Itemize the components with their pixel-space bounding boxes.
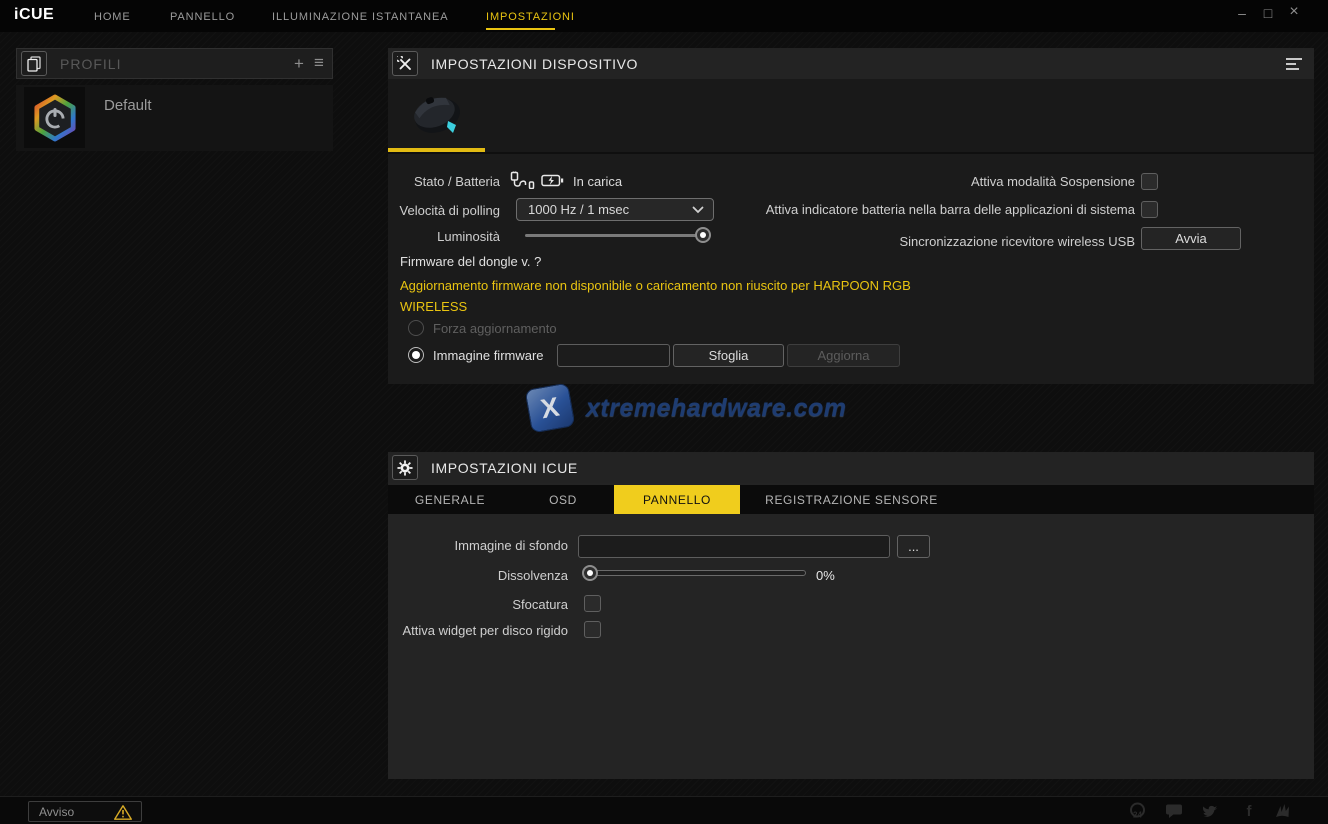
- firmware-image-radio[interactable]: [408, 347, 424, 363]
- tab-impostazioni[interactable]: IMPOSTAZIONI: [486, 11, 575, 23]
- warning-triangle-icon: [113, 804, 133, 821]
- blur-checkbox[interactable]: [584, 595, 601, 612]
- polling-rate-label: Velocità di polling: [400, 203, 500, 218]
- profile-name: Default: [104, 97, 152, 114]
- status-battery-label: Stato / Batteria: [414, 174, 500, 189]
- icue-tab-pannello[interactable]: PANNELLO: [614, 485, 740, 514]
- tab-illuminazione-istantanea[interactable]: ILLUMINAZIONE ISTANTANEA: [272, 11, 448, 23]
- watermark-x-badge: X: [525, 383, 576, 434]
- profile-list-item[interactable]: Default: [16, 85, 333, 151]
- minimize-button[interactable]: –: [1232, 5, 1252, 21]
- force-update-label: Forza aggiornamento: [433, 321, 557, 336]
- device-settings-content: Stato / Batteria In carica Velocità di p…: [388, 152, 1314, 384]
- hdd-widget-label: Attiva widget per disco rigido: [403, 623, 568, 638]
- browse-firmware-button[interactable]: Sfoglia: [673, 344, 784, 367]
- brightness-label: Luminosità: [437, 229, 500, 244]
- sleep-mode-label: Attiva modalità Sospensione: [971, 174, 1135, 189]
- profile-avatar: [24, 87, 85, 148]
- sleep-mode-checkbox[interactable]: [1141, 173, 1158, 190]
- device-settings-title: IMPOSTAZIONI DISPOSITIVO: [431, 56, 638, 72]
- icue-settings-header: IMPOSTAZIONI ICUE: [388, 452, 1314, 483]
- fade-slider-knob[interactable]: [582, 565, 598, 581]
- force-update-radio: [408, 320, 424, 336]
- profiles-header: PROFILI + ≡: [16, 48, 333, 79]
- icue-tab-generale[interactable]: GENERALE: [388, 485, 512, 514]
- battery-indicator-checkbox[interactable]: [1141, 201, 1158, 218]
- battery-charging-icon: [541, 173, 564, 193]
- polling-rate-select[interactable]: 1000 Hz / 1 msec: [516, 198, 714, 221]
- close-button[interactable]: ×: [1284, 3, 1304, 21]
- active-tab-underline: [486, 28, 555, 30]
- tab-pannello[interactable]: PANNELLO: [170, 11, 235, 23]
- svg-text:24: 24: [1133, 811, 1142, 820]
- tools-wrench-icon: [392, 51, 418, 76]
- brightness-slider-knob[interactable]: [695, 227, 711, 243]
- dongle-firmware-version: Firmware del dongle v. ?: [400, 254, 541, 269]
- icue-settings-panel: IMPOSTAZIONI ICUE GENERALE OSD PANNELLO …: [388, 452, 1314, 779]
- icue-hexagon-logo: [33, 94, 77, 142]
- profiles-title: PROFILI: [60, 56, 121, 72]
- top-bar: iCUE HOME PANNELLO ILLUMINAZIONE ISTANTA…: [0, 0, 1328, 32]
- chevron-down-icon: [692, 206, 704, 214]
- device-tab-strip: [388, 79, 1314, 152]
- usb-cable-icon: [510, 171, 536, 194]
- fade-value: 0%: [816, 568, 835, 583]
- blur-label: Sfocatura: [512, 597, 568, 612]
- add-profile-icon[interactable]: +: [294, 54, 304, 74]
- notice-button[interactable]: Avviso: [28, 801, 142, 822]
- watermark-text: xtremehardware.com: [586, 394, 847, 423]
- facebook-icon[interactable]: f: [1238, 802, 1260, 820]
- icue-settings-title: IMPOSTAZIONI ICUE: [431, 460, 578, 476]
- brightness-slider[interactable]: [525, 227, 711, 243]
- twitter-icon[interactable]: [1200, 802, 1222, 820]
- gear-icon: [392, 455, 418, 480]
- icue-tab-strip: GENERALE OSD PANNELLO REGISTRAZIONE SENS…: [388, 485, 1314, 514]
- footer-bar: Avviso 24 f: [0, 796, 1328, 824]
- icue-tab-registrazione-sensore[interactable]: REGISTRAZIONE SENSORE: [740, 485, 963, 514]
- browse-background-button[interactable]: ...: [897, 535, 930, 558]
- firmware-image-input[interactable]: [557, 344, 670, 367]
- icue-tab-osd[interactable]: OSD: [512, 485, 614, 514]
- background-image-label: Immagine di sfondo: [455, 538, 568, 553]
- fade-slider[interactable]: [584, 564, 806, 582]
- notice-label: Avviso: [39, 805, 74, 819]
- status-battery-value: In carica: [573, 174, 622, 189]
- usb-sync-label: Sincronizzazione ricevitore wireless USB: [899, 234, 1135, 249]
- firmware-warning-text: Aggiornamento firmware non disponibile o…: [400, 275, 920, 317]
- battery-indicator-label: Attiva indicatore batteria nella barra d…: [766, 202, 1135, 217]
- device-tab-harpoon-mouse[interactable]: [388, 79, 485, 152]
- profiles-menu-icon[interactable]: ≡: [314, 53, 324, 73]
- polling-rate-value: 1000 Hz / 1 msec: [528, 202, 629, 217]
- maximize-button[interactable]: □: [1258, 5, 1278, 21]
- firmware-image-label: Immagine firmware: [433, 348, 544, 363]
- profiles-icon: [21, 51, 47, 76]
- tab-home[interactable]: HOME: [94, 11, 131, 23]
- panel-menu-icon[interactable]: [1286, 58, 1303, 73]
- icue-logo: iCUE: [14, 6, 54, 24]
- background-image-input[interactable]: [578, 535, 890, 558]
- chat-icon[interactable]: [1163, 802, 1185, 820]
- icue-pannello-content: Immagine di sfondo ... Dissolvenza 0% Sf…: [388, 514, 1314, 779]
- update-firmware-button: Aggiorna: [787, 344, 900, 367]
- start-sync-button[interactable]: Avvia: [1141, 227, 1241, 250]
- mouse-thumbnail: [404, 85, 470, 143]
- hdd-widget-checkbox[interactable]: [584, 621, 601, 638]
- support-24-icon[interactable]: 24: [1126, 802, 1148, 820]
- device-settings-header: IMPOSTAZIONI DISPOSITIVO: [388, 48, 1314, 79]
- icue-app-window: iCUE HOME PANNELLO ILLUMINAZIONE ISTANTA…: [0, 0, 1328, 824]
- watermark: X xtremehardware.com: [528, 386, 847, 430]
- device-settings-panel: IMPOSTAZIONI DISPOSITIVO: [388, 48, 1314, 384]
- corsair-logo-icon[interactable]: [1274, 802, 1296, 820]
- fade-label: Dissolvenza: [498, 568, 568, 583]
